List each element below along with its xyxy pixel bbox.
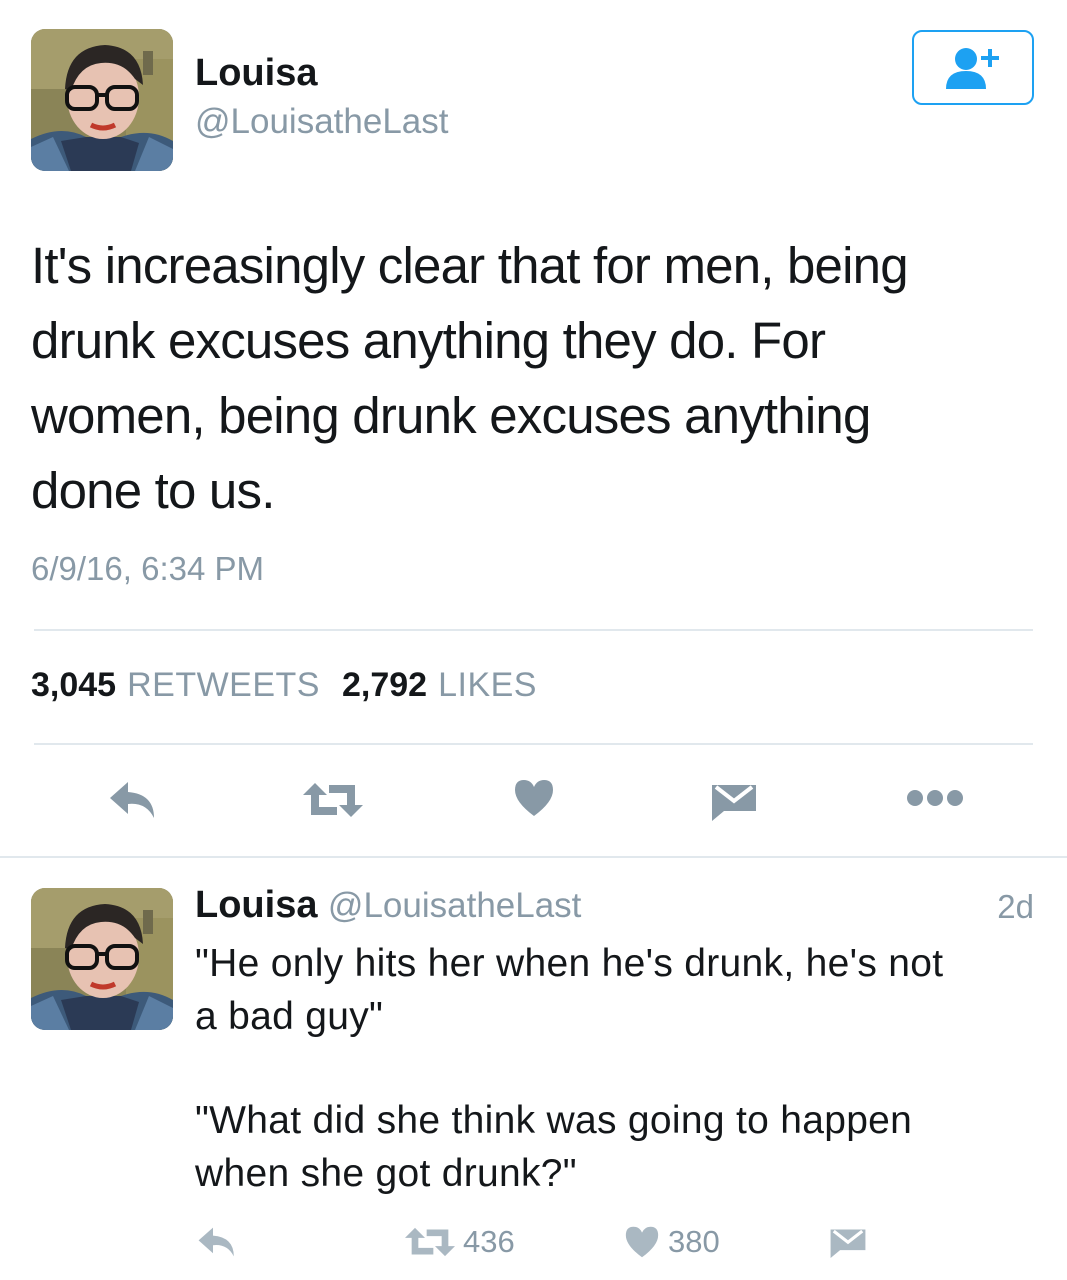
tweet-text-line: drunk excuses anything they do. For — [31, 312, 826, 369]
add-user-icon — [946, 47, 999, 89]
tweet-stats: 3,045 RETWEETS 2,792 LIKES — [31, 666, 559, 705]
heart-icon — [625, 1226, 659, 1258]
like-button[interactable] — [513, 778, 555, 818]
reply-reply-button[interactable] — [197, 1226, 237, 1258]
section-divider — [0, 856, 1067, 858]
envelope-icon — [712, 785, 756, 821]
reply-like-button[interactable]: 380 — [624, 1224, 720, 1260]
retweet-icon — [405, 1227, 455, 1257]
divider — [34, 743, 1033, 745]
reply-arrow-icon — [198, 1227, 234, 1257]
tweet-text-line: women, being drunk excuses anything — [31, 387, 871, 444]
follow-button[interactable] — [912, 30, 1034, 105]
retweet-count[interactable]: 3,045 — [31, 666, 116, 705]
reply-header: Louisa @LouisatheLast — [195, 884, 581, 927]
reply-retweet-count: 436 — [463, 1224, 515, 1259]
reply-text-line: "He only hits her when he's drunk, he's … — [195, 942, 944, 985]
tweet-text-line: done to us. — [31, 462, 275, 519]
reply-author-handle[interactable]: @LouisatheLast — [328, 886, 581, 925]
retweet-button[interactable] — [303, 781, 363, 819]
more-button[interactable] — [906, 787, 964, 809]
envelope-icon — [830, 1229, 866, 1259]
heart-icon — [515, 780, 553, 816]
reply-button[interactable] — [108, 780, 158, 820]
retweets-label[interactable]: RETWEETS — [127, 666, 320, 705]
like-count[interactable]: 2,792 — [342, 666, 427, 705]
tweet-text: It's increasingly clear that for men, be… — [31, 228, 1041, 528]
retweet-icon — [303, 783, 363, 817]
avatar-photo — [31, 29, 173, 171]
reply-relative-time[interactable]: 2d — [997, 888, 1034, 926]
reply-arrow-icon — [110, 782, 154, 818]
likes-label[interactable]: LIKES — [438, 666, 537, 705]
reply-author-avatar[interactable] — [31, 888, 173, 1030]
more-dots-icon — [907, 790, 963, 806]
reply-text-line: a bad guy" — [195, 995, 384, 1038]
tweet-timestamp: 6/9/16, 6:34 PM — [31, 550, 264, 587]
author-handle[interactable]: @LouisatheLast — [195, 102, 448, 142]
reply-dm-button[interactable] — [829, 1226, 867, 1260]
reply-text: "He only hits her when he's drunk, he's … — [195, 937, 1045, 1200]
main-tweet: Louisa @LouisatheLast It's increasingly … — [0, 0, 1067, 858]
reply-text-line: "What did she think was going to happen — [195, 1099, 913, 1142]
tweet-text-line: It's increasingly clear that for men, be… — [31, 237, 909, 294]
reply-text-line: when she got drunk?" — [195, 1152, 577, 1195]
author-avatar[interactable] — [31, 29, 173, 171]
author-name[interactable]: Louisa — [195, 52, 317, 95]
avatar-photo — [31, 888, 173, 1030]
direct-message-button[interactable] — [710, 781, 758, 823]
reply-author-name[interactable]: Louisa — [195, 884, 317, 926]
divider — [34, 629, 1033, 631]
reply-like-count: 380 — [668, 1224, 720, 1259]
reply-retweet-button[interactable]: 436 — [405, 1224, 515, 1260]
